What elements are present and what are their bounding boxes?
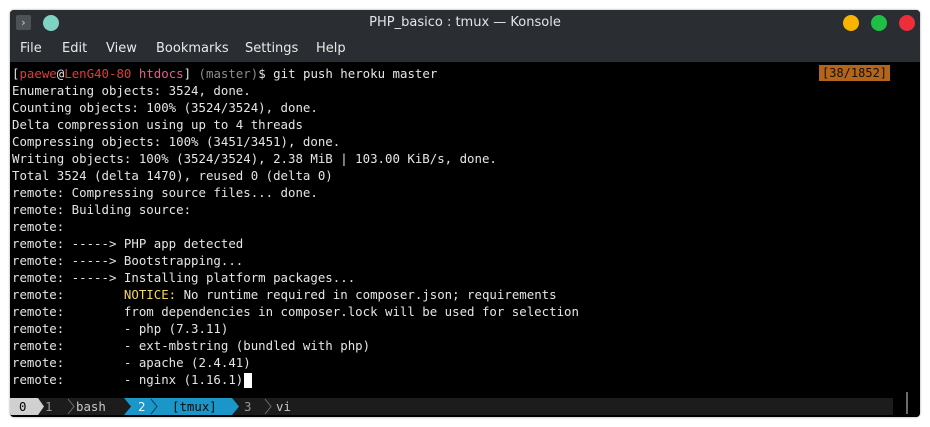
output-line: Total 3524 (delta 1470), reused 0 (delta… [12, 168, 333, 183]
output-line: Delta compression using up to 4 threads [12, 117, 303, 132]
window-title: PHP_basico : tmux — Konsole [369, 15, 561, 30]
output-line: remote: -----> Installing platform packa… [12, 270, 356, 285]
output-line: Enumerating objects: 3524, done. [12, 83, 251, 98]
output-line: remote: Compressing source files... done… [12, 185, 318, 200]
tmux-window-1-name[interactable]: bash [76, 398, 106, 415]
text-cursor [244, 373, 253, 388]
notice-text: No runtime required in composer.json; re… [176, 287, 557, 302]
prompt-git-branch: (master) [191, 66, 259, 81]
tmux-window-2-index[interactable]: 2 [138, 398, 145, 415]
active-tab-arrow-right [232, 398, 239, 415]
tmux-window-1-index[interactable]: 1 [45, 398, 52, 415]
menu-file[interactable]: File [20, 35, 42, 62]
tmux-scroll-position-badge: [38/1852] [819, 65, 891, 81]
tmux-window-2-name[interactable]: [tmux] [172, 398, 217, 415]
session-arrow [38, 398, 44, 415]
menu-bar: File Edit View Bookmarks Settings Help [10, 35, 920, 62]
tmux-session-index: 0 [19, 399, 27, 414]
tmux-status-bar: 0 1 bash 2 [tmux] 3 vi [10, 398, 893, 415]
output-line: remote: -----> PHP app detected [12, 236, 244, 251]
title-bar: › PHP_basico : tmux — Konsole [10, 10, 920, 35]
output-line-current: remote: - nginx (1.16.1) [12, 371, 253, 388]
close-button[interactable] [899, 15, 915, 31]
terminal-area[interactable]: [paewe@LenG40-80 htdocs] (master)$ git p… [10, 62, 920, 417]
output-line: Compressing objects: 100% (3451/3451), d… [12, 134, 341, 149]
output-line: Counting objects: 100% (3524/3524), done… [12, 100, 318, 115]
output-line: remote: - ext-mbstring (bundled with php… [12, 338, 371, 353]
notice-keyword: NOTICE: [123, 287, 177, 302]
separator-chevron [67, 398, 75, 415]
scrollbar-handle[interactable] [906, 392, 908, 414]
menu-bookmarks[interactable]: Bookmarks [156, 35, 229, 62]
output-line: remote: from dependencies in composer.lo… [12, 304, 579, 319]
output-line: remote: -----> Bootstrapping... [12, 253, 244, 268]
prompt-directory: htdocs [138, 66, 184, 81]
last-output-text: remote: - nginx (1.16.1) [12, 372, 244, 387]
prompt-bracket-close: ] [183, 66, 192, 81]
tmux-window-3-name[interactable]: vi [276, 398, 291, 415]
separator-chevron [264, 398, 272, 415]
output-line: remote: Building source: [12, 202, 192, 217]
prompt-symbol: $ [258, 66, 266, 81]
prompt-line: [paewe@LenG40-80 htdocs] (master)$ git p… [12, 65, 437, 82]
tmux-window-3-index[interactable]: 3 [244, 398, 251, 415]
konsole-window: › PHP_basico : tmux — Konsole File Edit … [10, 10, 920, 417]
notice-line: remote: NOTICE: No runtime required in c… [12, 286, 557, 303]
prompt-host: LenG40-80 [64, 66, 132, 81]
prompt-command: git push heroku master [265, 66, 438, 81]
menu-settings[interactable]: Settings [245, 35, 298, 62]
output-line: remote: [12, 219, 65, 234]
minimize-button[interactable] [843, 15, 859, 31]
prompt-user: paewe [19, 66, 57, 81]
maximize-button[interactable] [871, 15, 887, 31]
output-line: remote: - apache (2.4.41) [12, 355, 251, 370]
notice-prefix: remote: [12, 287, 124, 302]
menu-view[interactable]: View [106, 35, 137, 62]
menu-edit[interactable]: Edit [62, 35, 87, 62]
menu-help[interactable]: Help [316, 35, 346, 62]
output-line: remote: - php (7.3.11) [12, 321, 229, 336]
output-line: Writing objects: 100% (3524/3524), 2.38 … [12, 151, 497, 166]
